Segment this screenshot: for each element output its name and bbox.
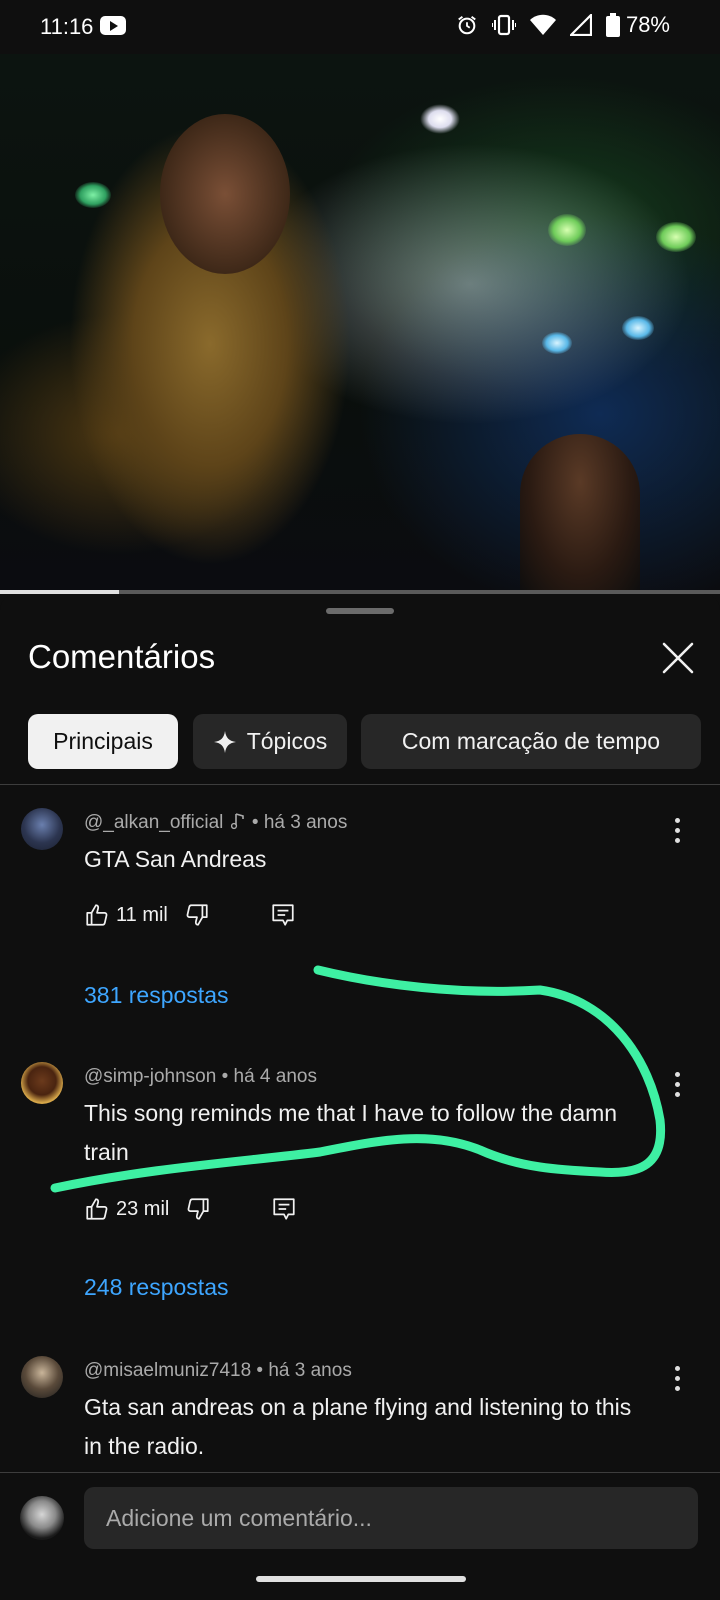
more-options-icon[interactable] <box>674 1366 682 1396</box>
comment-actions: 23 mil <box>84 1196 297 1222</box>
chip-label: Com marcação de tempo <box>401 728 661 754</box>
comment-meta: @_alkan_official • há 3 anos <box>84 812 348 833</box>
stage-light <box>75 182 111 208</box>
stage-light <box>548 214 586 246</box>
more-options-icon[interactable] <box>674 1072 682 1102</box>
comment-author[interactable]: @misaelmuniz7418 <box>84 1360 251 1381</box>
comment-author[interactable]: @simp-johnson <box>84 1066 216 1087</box>
dislike-icon[interactable] <box>185 1196 211 1222</box>
chip-principais[interactable]: Principais <box>28 714 178 769</box>
comment-actions: 11 mil <box>84 902 296 928</box>
sparkle-icon <box>213 730 236 753</box>
video-player[interactable] <box>0 54 720 592</box>
singer-silhouette <box>160 114 290 274</box>
chip-com-marcacao-de-tempo[interactable]: Com marcação de tempo <box>361 714 701 769</box>
signal-icon <box>569 14 592 36</box>
stage-light <box>542 332 572 354</box>
comment-time: há 3 anos <box>268 1360 352 1381</box>
wifi-icon <box>529 14 556 35</box>
status-icons: 78% <box>456 12 670 38</box>
like-icon[interactable] <box>84 902 110 928</box>
dislike-icon[interactable] <box>184 902 210 928</box>
stage-light <box>622 316 654 340</box>
composer-divider <box>0 1472 720 1473</box>
like-count: 11 mil <box>116 903 168 926</box>
reply-icon[interactable] <box>270 902 296 928</box>
comment-meta: @simp-johnson • há 4 anos <box>84 1066 317 1087</box>
avatar[interactable] <box>21 1062 63 1104</box>
sheet-title: Comentários <box>28 638 216 675</box>
more-options-icon[interactable] <box>674 818 682 848</box>
add-comment-input[interactable] <box>84 1487 698 1549</box>
comment-text: Gta san andreas on a plane flying and li… <box>84 1394 632 1459</box>
like-icon[interactable] <box>84 1196 110 1222</box>
battery-percent: 78% <box>625 12 670 37</box>
reply-icon[interactable] <box>271 1196 297 1222</box>
chip-topicos[interactable]: Tópicos <box>193 714 347 769</box>
replies-link[interactable]: 381 respostas <box>84 982 228 1009</box>
replies-link[interactable]: 248 respostas <box>84 1274 228 1301</box>
stage-light <box>420 104 460 134</box>
comment-author[interactable]: @_alkan_official <box>84 812 223 833</box>
comment-time: há 3 anos <box>263 812 348 833</box>
avatar[interactable] <box>21 1356 63 1398</box>
vibrate-icon <box>491 14 516 36</box>
avatar[interactable] <box>21 808 63 850</box>
chips-divider <box>0 784 720 785</box>
comment-text: GTA San Andreas <box>84 846 267 872</box>
comment-time: há 4 anos <box>233 1066 317 1087</box>
musician-silhouette <box>520 434 640 592</box>
user-avatar <box>20 1496 64 1540</box>
comment-text: This song reminds me that I have to foll… <box>84 1100 618 1165</box>
status-time: 11:16 <box>40 14 94 39</box>
youtube-notification-icon <box>100 16 126 35</box>
comment-meta: @misaelmuniz7418 • há 3 anos <box>84 1360 352 1381</box>
chip-label: Principais <box>53 728 153 754</box>
music-note-icon <box>230 813 244 830</box>
like-count: 23 mil <box>116 1197 170 1220</box>
drag-handle[interactable] <box>326 608 394 614</box>
alarm-icon <box>458 15 476 35</box>
chip-label: Tópicos <box>246 728 328 754</box>
battery-icon <box>605 13 620 37</box>
stage-light <box>656 222 696 252</box>
gesture-nav-bar[interactable] <box>256 1576 466 1582</box>
close-icon[interactable] <box>660 640 696 676</box>
